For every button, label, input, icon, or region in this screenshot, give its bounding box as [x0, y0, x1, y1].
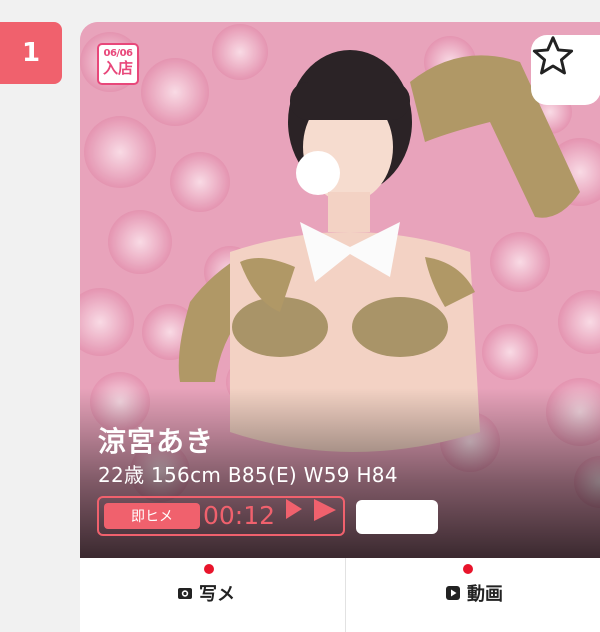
media-tabs: 写メ 動画: [80, 558, 600, 632]
secondary-tag: [356, 500, 438, 534]
notification-dot: [463, 564, 473, 574]
new-arrival-label: 入店: [102, 59, 133, 77]
availability-status[interactable]: 即ヒメ 00:12: [97, 496, 345, 536]
profile-card[interactable]: 06/06 入店 涼宮あき 22歳 156cm B85(E) W59 H84 即…: [80, 22, 600, 632]
star-icon: [532, 36, 574, 75]
profile-specs: 22歳 156cm B85(E) W59 H84: [98, 463, 398, 487]
availability-time: 00:12: [203, 501, 276, 530]
camera-icon: [178, 588, 192, 599]
tab-videos[interactable]: 動画: [346, 558, 600, 632]
profile-name[interactable]: 涼宮あき: [98, 420, 214, 460]
rank-badge: 1: [0, 22, 62, 84]
notification-dot: [204, 564, 214, 574]
play-arrow-icon: [286, 499, 302, 519]
tab-photos-label: 写メ: [199, 584, 235, 605]
new-arrival-badge: 06/06 入店: [97, 43, 139, 85]
new-arrival-date: 06/06: [103, 48, 133, 59]
rank-number: 1: [21, 38, 41, 68]
tab-videos-label: 動画: [467, 584, 503, 605]
instant-availability-badge: 即ヒメ: [104, 503, 200, 529]
profile-photo[interactable]: 06/06 入店 涼宮あき 22歳 156cm B85(E) W59 H84 即…: [80, 22, 600, 558]
play-icon: [446, 586, 460, 600]
play-arrow-icon: [314, 499, 336, 521]
favorite-button[interactable]: [531, 35, 600, 105]
tab-photos[interactable]: 写メ: [80, 558, 346, 632]
